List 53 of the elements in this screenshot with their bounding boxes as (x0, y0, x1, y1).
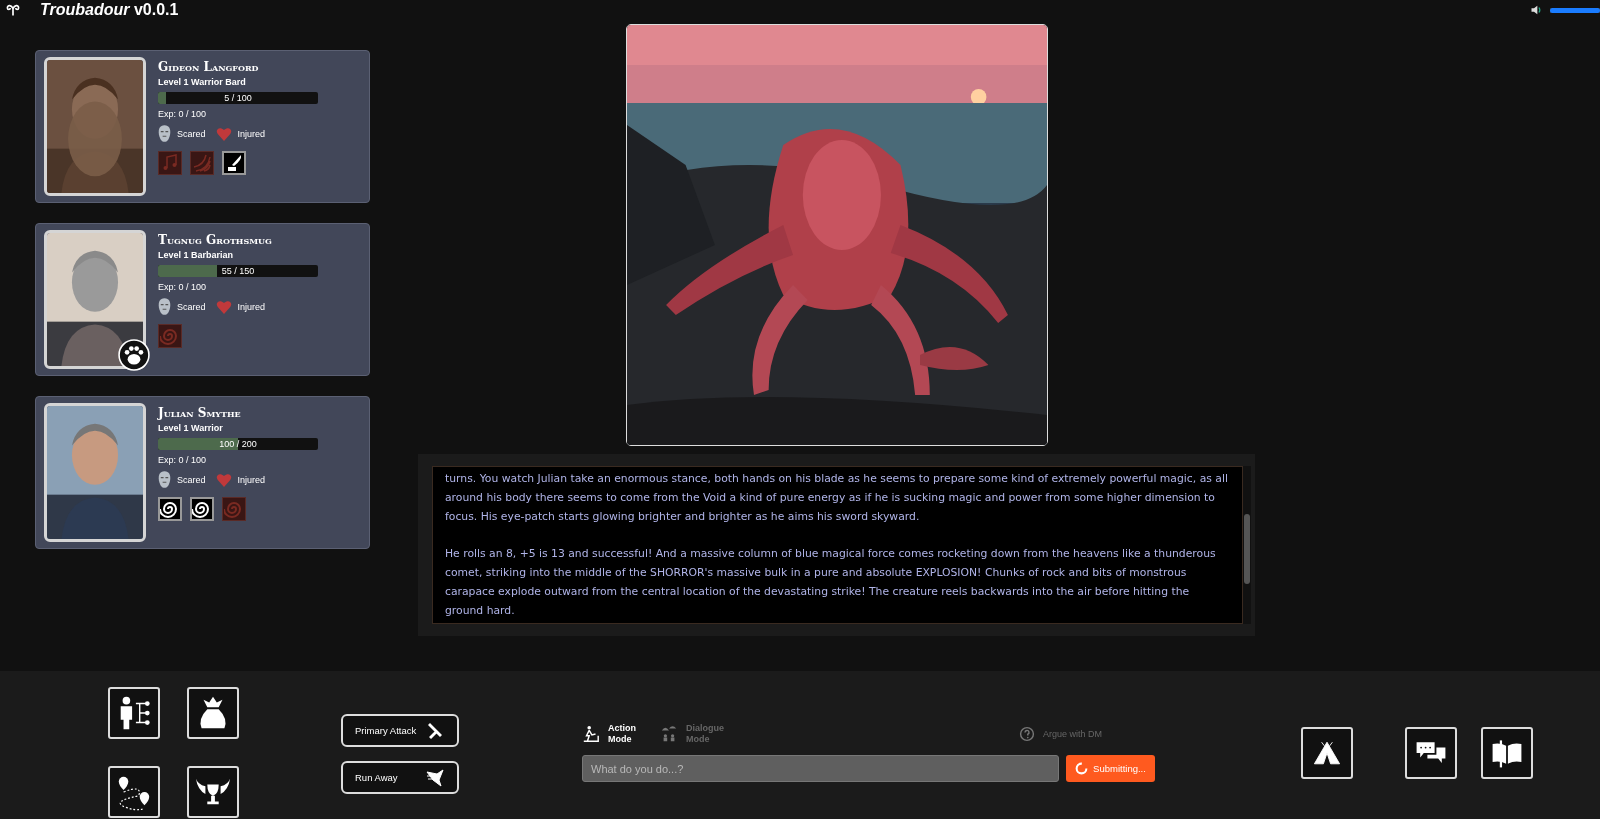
heart-icon (215, 299, 232, 314)
mode-label: Dialogue Mode (686, 723, 724, 745)
winged-chalice-button[interactable] (187, 766, 239, 818)
two-figures-icon (660, 725, 678, 743)
chat-button[interactable] (1405, 727, 1457, 779)
speaker-icon[interactable] (1531, 5, 1542, 15)
health-value: 100 / 200 (218, 438, 258, 450)
climber-icon (582, 725, 600, 743)
character-name: Tugnug Grothsmug (158, 233, 272, 247)
action-mode-tab[interactable]: Action Mode (582, 723, 636, 745)
experience-value: Exp: 0 / 100 (158, 455, 207, 465)
camp-tent-button[interactable] (1301, 727, 1353, 779)
app-title: Troubadour v0.0.1 (40, 1, 179, 19)
status-label: Injured (237, 474, 266, 485)
heart-icon (215, 472, 232, 487)
character-class: Level 1 Warrior (158, 423, 223, 433)
action-input-field[interactable]: What do you do...? (582, 755, 1059, 782)
status-label: Scared (177, 301, 206, 312)
health-value: 5 / 100 (223, 92, 253, 104)
button-label: Argue with DM (1042, 729, 1102, 739)
health-value: 55 / 150 (220, 265, 256, 277)
character-class: Level 1 Barbarian (158, 250, 234, 260)
ram-horns-icon (6, 4, 20, 16)
loot-bag-button[interactable] (187, 687, 239, 739)
party-tree-button[interactable] (108, 687, 160, 739)
story-paragraph: He rolls an 8, +5 is 13 and successful! And a massive column of blue magical force comes rocketing down from the heavens like a thunderous comet, striking into the middle of the SHORROR's massive bulk in a pure and absolute EXPLOSION! Chunks of rock and bits of monstrous carapace explode outward from the central location of the devastating strike! The creature reels backwards into the air before hitting the ground hard. (445, 546, 1217, 619)
button-label: Run Away (355, 772, 398, 783)
volume-slider[interactable] (1550, 7, 1600, 13)
character-name: Gideon Langford (158, 60, 259, 74)
mask-icon (158, 298, 171, 315)
run-away-button[interactable]: Run Away (341, 761, 459, 794)
status-label: Scared (177, 128, 206, 139)
winged-boot-icon (425, 767, 445, 788)
journal-book-button[interactable] (1481, 727, 1533, 779)
button-label: Primary Attack (355, 725, 417, 736)
map-route-button[interactable] (108, 766, 160, 818)
heart-icon (215, 126, 232, 141)
mask-icon (158, 471, 171, 488)
status-label: Injured (237, 128, 266, 139)
mask-icon (158, 125, 171, 142)
mode-label: Action Mode (608, 723, 636, 745)
experience-value: Exp: 0 / 100 (158, 282, 207, 292)
scrollbar-thumb[interactable] (1244, 514, 1250, 584)
button-label: Submitting... (1093, 763, 1146, 774)
story-paragraph: turns. You watch Julian take an enormous stance, both hands on his blade as he seems to prepare some kind of extremely powerful magic, as all around his body there seems to come from the Void a kind of pure energy as if he is sucking magic and power from some higher dimension to focus. His eye-patch starts glowing brighter and brighter as he aims his sword skyward. (445, 471, 1229, 525)
spinner-icon (1075, 762, 1089, 775)
primary-attack-button[interactable]: Primary Attack (341, 714, 459, 747)
status-label: Scared (177, 474, 206, 485)
question-icon (1018, 726, 1035, 742)
character-class: Level 1 Warrior Bard (158, 77, 246, 87)
character-name: Julian Smythe (158, 406, 241, 420)
status-label: Injured (237, 301, 266, 312)
experience-value: Exp: 0 / 100 (158, 109, 207, 119)
